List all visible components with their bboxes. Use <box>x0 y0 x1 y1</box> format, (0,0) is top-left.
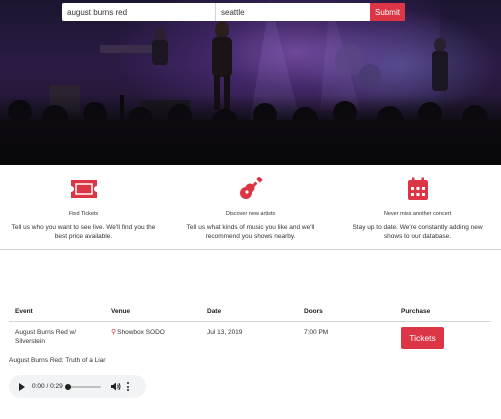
header-date: Date <box>207 307 222 315</box>
header-venue: Venue <box>111 307 131 315</box>
progress-handle[interactable] <box>65 383 71 390</box>
feature-description: Tell us what kinds of music you like and… <box>186 224 315 240</box>
header-event: Event <box>15 307 33 315</box>
feature-never-miss: Never miss another concert Stay up to da… <box>334 165 501 249</box>
feature-discover-artists: Discover new artists Tell us what kinds … <box>167 165 334 249</box>
table-row: August Burns Red w/ Silverstein ⚲Showbox… <box>9 322 491 356</box>
play-icon[interactable] <box>19 382 25 391</box>
city-search-input[interactable] <box>216 3 370 21</box>
table-header-row: Event Venue Date Doors Purchase <box>9 301 491 322</box>
feature-title: Find Tickets <box>68 211 99 217</box>
audio-player: 0:00 / 0:29 <box>9 375 146 398</box>
crowd-overlay <box>0 95 501 165</box>
venue-cell: ⚲Showbox SODO <box>105 328 201 356</box>
event-date: Jul 13, 2019 <box>207 329 243 336</box>
venue-name: Showbox SODO <box>117 329 165 336</box>
ticket-icon <box>70 180 97 198</box>
guitar-icon <box>239 177 263 199</box>
feature-title: Discover new artists <box>225 211 276 217</box>
map-marker-icon: ⚲ <box>111 329 117 336</box>
calendar-icon <box>407 177 428 200</box>
purchase-cell: Tickets <box>395 327 491 356</box>
volume-icon[interactable] <box>111 382 121 391</box>
feature-description: Tell us who you want to see live. We'll … <box>11 224 156 240</box>
track-title: August Burns Red: Truth of a Liar <box>9 357 106 364</box>
event-name: August Burns Red w/ Silverstein <box>15 329 77 345</box>
feature-title: Never miss another concert <box>383 211 452 217</box>
header-purchase: Purchase <box>401 307 431 315</box>
progress-slider[interactable] <box>65 383 101 390</box>
tickets-button[interactable]: Tickets <box>401 327 444 349</box>
feature-description: Stay up to date. We're constantly adding… <box>352 224 483 240</box>
features-section: Find Tickets Tell us who you want to see… <box>0 165 501 250</box>
hero-banner: Submit <box>0 0 501 165</box>
search-bar: Submit <box>62 3 405 21</box>
doors-time: 7:00 PM <box>304 329 329 336</box>
header-doors: Doors <box>304 307 323 315</box>
submit-button[interactable]: Submit <box>370 3 405 21</box>
playback-time: 0:00 / 0:29 <box>32 383 63 390</box>
events-table: Event Venue Date Doors Purchase August B… <box>9 301 491 356</box>
more-options-icon[interactable] <box>127 382 129 391</box>
feature-find-tickets: Find Tickets Tell us who you want to see… <box>0 165 167 249</box>
artist-search-input[interactable] <box>62 3 216 21</box>
